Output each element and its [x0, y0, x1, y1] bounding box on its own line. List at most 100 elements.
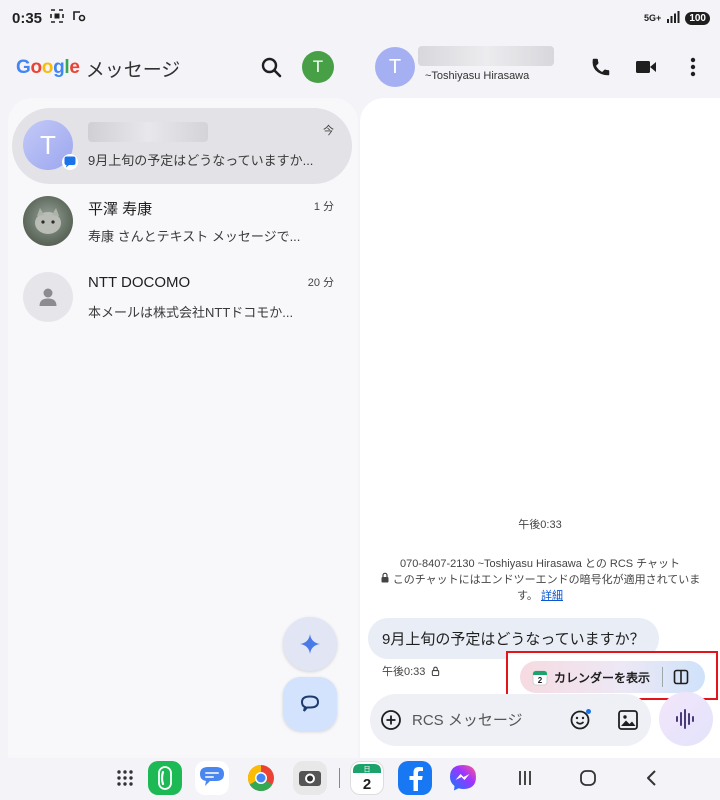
chat-contact-subtitle: ~Toshiyasu Hirasawa	[425, 70, 530, 82]
video-camera-icon	[636, 61, 656, 73]
conversation-item[interactable]: T 9月上旬の予定はどうなっていますか... 今	[12, 108, 352, 184]
status-time: 0:35	[12, 9, 43, 27]
messages-app-button[interactable]	[195, 761, 229, 795]
home-button[interactable]	[571, 761, 605, 795]
chat-date-label: 午後0:33	[518, 519, 562, 531]
conversation-item[interactable]: 平澤 寿康 寿康 さんとテキスト メッセージで... 1 分	[12, 184, 352, 260]
facebook-icon	[409, 767, 423, 791]
calendar-app-icon: 日2	[353, 764, 381, 793]
start-chat-button[interactable]	[283, 677, 337, 731]
conversation-item[interactable]: NTT DOCOMO 本メールは株式会社NTTドコモか... 20 分	[12, 260, 352, 336]
messages-app-icon	[200, 767, 224, 786]
screen-share-icon	[72, 9, 86, 27]
conversation-snippet: 本メールは株式会社NTTドコモか...	[88, 305, 294, 320]
conversation-name: 平澤 寿康	[88, 201, 153, 218]
conversation-name	[88, 122, 288, 146]
redacted-contact-name	[418, 46, 554, 66]
rcs-chat-badge-icon	[62, 154, 78, 170]
search-icon	[261, 57, 282, 78]
home-icon	[580, 770, 596, 786]
taskbar: 日2	[0, 758, 720, 800]
chat-header: T ~Toshiyasu Hirasawa	[362, 40, 720, 96]
screenshot-icon	[50, 9, 64, 27]
messenger-app-button[interactable]	[446, 761, 480, 795]
status-right: 5G+ 100	[644, 11, 710, 25]
contact-avatar	[23, 272, 73, 322]
camera-icon	[299, 771, 321, 786]
recents-icon	[519, 771, 531, 785]
redacted-name	[88, 122, 208, 142]
phone-icon	[592, 58, 610, 76]
person-icon	[39, 288, 57, 306]
svg-text:日: 日	[364, 766, 371, 774]
network-indicator: 5G+	[644, 13, 662, 23]
account-avatar[interactable]: T	[302, 51, 334, 83]
google-logo-letter: e	[69, 57, 80, 78]
chat-contact-avatar[interactable]: T	[375, 47, 415, 87]
contact-photo-avatar	[23, 196, 73, 246]
details-link[interactable]: 詳細	[541, 590, 563, 602]
sparkle-icon	[300, 634, 320, 654]
google-logo-letter: o	[30, 57, 42, 78]
app-header: Google メッセージ T	[0, 40, 358, 96]
chat-bubble-icon	[300, 695, 320, 712]
google-logo-letter: o	[41, 57, 54, 78]
chrome-app-button[interactable]	[244, 761, 278, 795]
google-logo-letter: G	[16, 57, 31, 78]
video-call-button[interactable]	[633, 54, 659, 80]
status-bar: 0:35 5G+ 100	[0, 0, 720, 36]
lock-icon	[432, 666, 440, 676]
gallery-icon[interactable]	[617, 709, 639, 731]
phone-app-icon	[158, 766, 172, 790]
lock-icon	[381, 572, 389, 583]
cat-photo-icon	[35, 208, 61, 234]
chrome-icon	[247, 764, 274, 792]
phone-app-button[interactable]	[148, 761, 182, 795]
more-vert-icon	[690, 57, 696, 77]
svg-text:2: 2	[538, 676, 543, 685]
calendar-icon: 2	[532, 670, 548, 685]
grid-dots-icon	[117, 770, 133, 786]
chip-divider	[662, 667, 664, 687]
call-button[interactable]	[588, 54, 614, 80]
message-composer	[370, 694, 651, 746]
conversation-time: 今	[323, 125, 334, 137]
google-logo: Google	[16, 57, 80, 79]
add-attachment-icon[interactable]	[380, 709, 402, 731]
back-button[interactable]	[635, 761, 669, 795]
message-input[interactable]	[412, 706, 542, 734]
show-calendar-suggestion[interactable]: 2 カレンダーを表示	[520, 661, 705, 693]
battery-indicator: 100	[685, 11, 710, 25]
chat-encryption-info: 070-8407-2130 ~Toshiyasu Hirasawa との RCS…	[374, 556, 706, 604]
conversation-name: NTT DOCOMO	[88, 274, 191, 291]
search-button[interactable]	[258, 54, 286, 82]
emoji-icon[interactable]	[569, 707, 593, 731]
message-timestamp: 午後0:33	[382, 663, 440, 679]
waveform-icon	[676, 709, 694, 729]
suggestion-label: カレンダーを表示	[554, 670, 651, 685]
app-drawer-button[interactable]	[108, 761, 142, 795]
dock-divider	[339, 768, 340, 788]
back-chevron-icon	[647, 770, 656, 786]
conversation-time: 20 分	[307, 277, 334, 289]
messenger-icon	[450, 765, 476, 791]
facebook-app-button[interactable]	[398, 761, 432, 795]
conversation-snippet: 9月上旬の予定はどうなっていますか...	[88, 153, 314, 168]
recents-button[interactable]	[508, 761, 542, 795]
avatar-initial: T	[40, 129, 56, 160]
voice-message-button[interactable]	[659, 692, 713, 746]
svg-text:2: 2	[363, 776, 371, 793]
google-logo-letter: g	[53, 57, 65, 78]
split-view-icon[interactable]	[673, 669, 689, 685]
camera-app-button[interactable]	[293, 761, 327, 795]
status-left: 0:35	[12, 9, 86, 27]
message-time: 午後0:33	[382, 666, 426, 678]
chat-info-encryption: このチャットにはエンドツーエンドの暗号化が適用されています。 詳細	[374, 572, 706, 604]
gemini-button[interactable]	[283, 617, 337, 671]
chat-info-line: 070-8407-2130 ~Toshiyasu Hirasawa との RCS…	[399, 558, 681, 570]
conversation-time: 1 分	[313, 201, 334, 213]
calendar-app-button[interactable]: 日2	[350, 761, 384, 795]
signal-icon	[666, 11, 680, 25]
app-title: メッセージ	[85, 59, 181, 81]
more-options-button[interactable]	[680, 54, 706, 80]
